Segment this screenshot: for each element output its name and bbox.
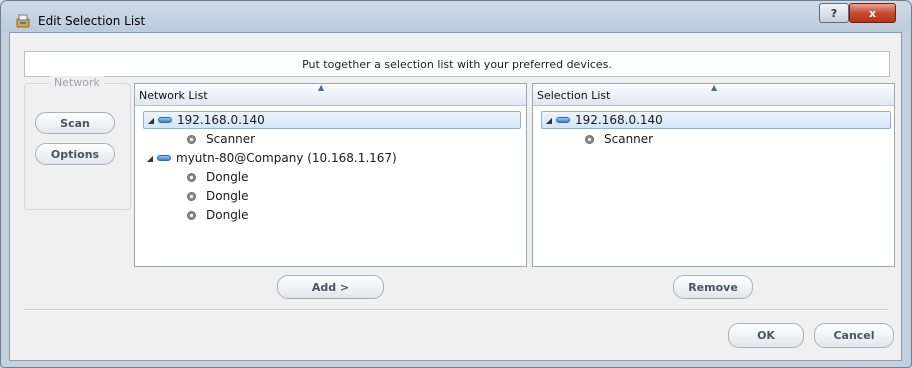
network-device-icon — [158, 117, 172, 123]
scan-button[interactable]: Scan — [35, 112, 115, 134]
tree-item-child[interactable]: Dongle — [187, 168, 249, 186]
selection-list-panel[interactable]: ▲ Selection List ◢ 192.168.0.140 Scanner — [532, 83, 895, 267]
peripheral-icon — [187, 210, 196, 220]
sort-up-icon: ▲ — [711, 83, 718, 92]
tree-item-child[interactable]: Dongle — [187, 187, 249, 205]
ok-button[interactable]: OK — [728, 323, 804, 348]
network-list-header-label: Network List — [139, 89, 208, 102]
tree-item-label: Scanner — [604, 132, 654, 146]
instruction-banner: Put together a selection list with your … — [24, 51, 890, 77]
peripheral-icon — [187, 172, 196, 182]
selection-list-header-label: Selection List — [537, 89, 611, 102]
add-button[interactable]: Add > — [277, 275, 384, 299]
peripheral-icon — [187, 134, 196, 144]
network-device-icon — [157, 155, 171, 161]
tree-item-label: Dongle — [206, 170, 249, 184]
network-list-header[interactable]: ▲ Network List — [135, 83, 526, 106]
peripheral-icon — [187, 191, 196, 201]
tree-item-device[interactable]: ◢ 192.168.0.140 — [541, 111, 891, 129]
window-title: Edit Selection List — [38, 14, 146, 28]
network-group-label: Network — [50, 76, 104, 89]
tree-item-label: 192.168.0.140 — [575, 113, 663, 127]
tree-item-child[interactable]: Dongle — [187, 206, 249, 224]
network-list-panel[interactable]: ▲ Network List ◢ 192.168.0.140 Scanner ◢… — [134, 83, 527, 267]
tree-item-label: Dongle — [206, 208, 249, 222]
help-button[interactable]: ? — [819, 3, 849, 23]
options-button[interactable]: Options — [35, 143, 115, 165]
tree-item-label: 192.168.0.140 — [177, 113, 265, 127]
remove-button[interactable]: Remove — [673, 275, 753, 299]
expand-arrow-icon[interactable]: ◢ — [542, 116, 556, 125]
tree-item-label: Dongle — [206, 189, 249, 203]
tree-item-device[interactable]: ◢ myutn-80@Company (10.168.1.167) — [143, 149, 397, 167]
tree-item-child[interactable]: Scanner — [585, 130, 653, 148]
cancel-button[interactable]: Cancel — [814, 323, 894, 348]
app-icon — [16, 14, 30, 28]
peripheral-icon — [585, 134, 594, 144]
divider — [24, 309, 888, 311]
edit-selection-list-window: Edit Selection List ? x Put together a s… — [0, 0, 912, 368]
sort-up-icon: ▲ — [318, 83, 325, 92]
dialog-body: Put together a selection list with your … — [9, 32, 902, 361]
tree-item-device[interactable]: ◢ 192.168.0.140 — [143, 111, 521, 129]
tree-item-child[interactable]: Scanner — [187, 130, 255, 148]
expand-arrow-icon[interactable]: ◢ — [143, 154, 157, 163]
network-device-icon — [556, 117, 570, 123]
selection-list-header[interactable]: ▲ Selection List — [533, 83, 894, 106]
tree-item-label: Scanner — [206, 132, 256, 146]
close-button[interactable]: x — [849, 3, 896, 23]
expand-arrow-icon[interactable]: ◢ — [144, 116, 158, 125]
tree-item-label: myutn-80@Company (10.168.1.167) — [176, 151, 397, 165]
network-group: Network Scan Options — [24, 76, 131, 210]
